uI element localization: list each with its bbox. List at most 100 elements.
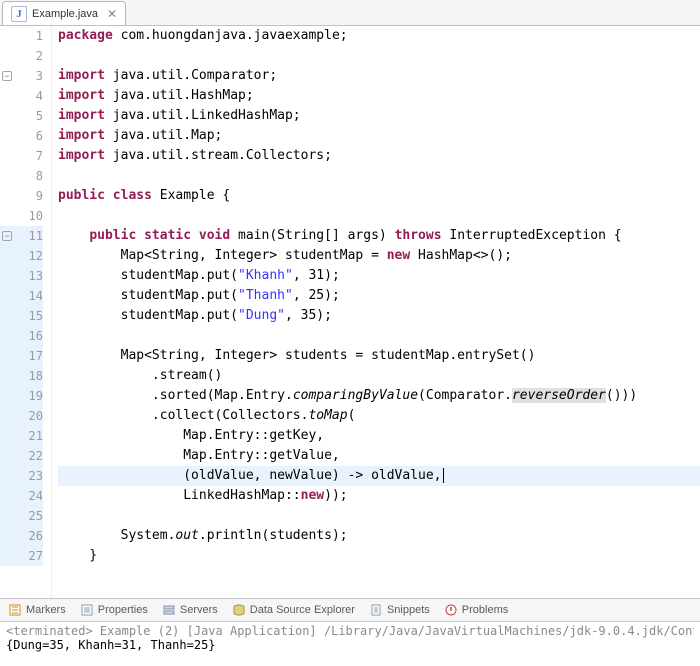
line-number: 13 <box>14 266 43 286</box>
marker-cell <box>0 186 14 206</box>
line-number: 17 <box>14 346 43 366</box>
marker-column: −− <box>0 26 14 598</box>
marker-cell <box>0 146 14 166</box>
line-number: 1 <box>14 26 43 46</box>
line-number: 19 <box>14 386 43 406</box>
marker-cell <box>0 386 14 406</box>
code-line[interactable] <box>58 166 700 186</box>
marker-cell <box>0 306 14 326</box>
line-number: 6 <box>14 126 43 146</box>
editor-tab-bar: J Example.java ✕ <box>0 0 700 26</box>
code-line[interactable] <box>58 46 700 66</box>
java-file-icon: J <box>11 6 27 22</box>
marker-cell <box>0 26 14 46</box>
line-number: 24 <box>14 486 43 506</box>
marker-cell <box>0 406 14 426</box>
line-number: 21 <box>14 426 43 446</box>
code-editor[interactable]: −− 1234567891011121314151617181920212223… <box>0 26 700 598</box>
code-line[interactable]: .stream() <box>58 366 700 386</box>
marker-cell: − <box>0 226 14 246</box>
line-number: 12 <box>14 246 43 266</box>
code-line[interactable]: import java.util.HashMap; <box>58 86 700 106</box>
marker-cell <box>0 546 14 566</box>
line-number: 11 <box>14 226 43 246</box>
code-line[interactable]: studentMap.put("Khanh", 31); <box>58 266 700 286</box>
marker-cell <box>0 466 14 486</box>
code-line[interactable] <box>58 326 700 346</box>
line-number: 8 <box>14 166 43 186</box>
console-view[interactable]: <terminated> Example (2) [Java Applicati… <box>0 622 700 666</box>
code-line[interactable]: studentMap.put("Dung", 35); <box>58 306 700 326</box>
marker-cell <box>0 106 14 126</box>
marker-cell <box>0 326 14 346</box>
marker-cell <box>0 486 14 506</box>
fold-toggle-icon[interactable]: − <box>2 231 12 241</box>
bottom-tab-snippets[interactable]: Snippets <box>367 603 432 617</box>
problems-icon <box>444 603 458 617</box>
bottom-view-tabs: Markers Properties Servers Data Source Expl… <box>0 598 700 622</box>
code-line[interactable]: import java.util.Map; <box>58 126 700 146</box>
servers-icon <box>162 603 176 617</box>
marker-cell <box>0 46 14 66</box>
data-icon <box>232 603 246 617</box>
code-line[interactable]: public class Example { <box>58 186 700 206</box>
line-number: 3 <box>14 66 43 86</box>
code-line[interactable] <box>58 506 700 526</box>
code-line[interactable]: import java.util.Comparator; <box>58 66 700 86</box>
marker-cell <box>0 346 14 366</box>
marker-cell <box>0 206 14 226</box>
marker-cell <box>0 86 14 106</box>
marker-cell <box>0 166 14 186</box>
code-line[interactable]: LinkedHashMap::new)); <box>58 486 700 506</box>
code-line[interactable]: import java.util.stream.Collectors; <box>58 146 700 166</box>
code-line[interactable]: public static void main(String[] args) t… <box>58 226 700 246</box>
code-line[interactable]: .sorted(Map.Entry.comparingByValue(Compa… <box>58 386 700 406</box>
line-number: 26 <box>14 526 43 546</box>
code-line[interactable]: Map.Entry::getKey, <box>58 426 700 446</box>
line-number: 10 <box>14 206 43 226</box>
line-number: 22 <box>14 446 43 466</box>
code-area[interactable]: package com.huongdanjava.javaexample; imp… <box>52 26 700 598</box>
bottom-tab-properties[interactable]: Properties <box>78 603 150 617</box>
line-number: 15 <box>14 306 43 326</box>
bottom-tab-data[interactable]: Data Source Explorer <box>230 603 357 617</box>
marker-cell <box>0 126 14 146</box>
line-number-gutter: 1234567891011121314151617181920212223242… <box>14 26 52 598</box>
bottom-tab-label: Markers <box>26 604 66 616</box>
bottom-tab-servers[interactable]: Servers <box>160 603 220 617</box>
code-line[interactable]: (oldValue, newValue) -> oldValue, <box>58 466 700 486</box>
code-line[interactable]: Map.Entry::getValue, <box>58 446 700 466</box>
line-number: 23 <box>14 466 43 486</box>
snippets-icon <box>369 603 383 617</box>
close-icon[interactable]: ✕ <box>107 7 117 21</box>
bottom-tab-label: Data Source Explorer <box>250 604 355 616</box>
code-line[interactable]: .collect(Collectors.toMap( <box>58 406 700 426</box>
bottom-tab-label: Problems <box>462 604 508 616</box>
bottom-tab-label: Servers <box>180 604 218 616</box>
line-number: 27 <box>14 546 43 566</box>
bottom-tab-markers[interactable]: Markers <box>6 603 68 617</box>
console-output: {Dung=35, Khanh=31, Thanh=25} <box>6 638 694 652</box>
code-line[interactable] <box>58 206 700 226</box>
code-line[interactable]: studentMap.put("Thanh", 25); <box>58 286 700 306</box>
line-number: 2 <box>14 46 43 66</box>
marker-cell: − <box>0 66 14 86</box>
marker-cell <box>0 426 14 446</box>
code-line[interactable]: package com.huongdanjava.javaexample; <box>58 26 700 46</box>
bottom-tab-problems[interactable]: Problems <box>442 603 510 617</box>
fold-toggle-icon[interactable]: − <box>2 71 12 81</box>
code-line[interactable]: System.out.println(students); <box>58 526 700 546</box>
code-line[interactable]: } <box>58 546 700 566</box>
marker-cell <box>0 506 14 526</box>
line-number: 7 <box>14 146 43 166</box>
bottom-tab-label: Properties <box>98 604 148 616</box>
code-line[interactable]: import java.util.LinkedHashMap; <box>58 106 700 126</box>
text-caret <box>443 468 444 483</box>
line-number: 4 <box>14 86 43 106</box>
line-number: 5 <box>14 106 43 126</box>
editor-tab-example-java[interactable]: J Example.java ✕ <box>2 1 126 25</box>
line-number: 14 <box>14 286 43 306</box>
code-line[interactable]: Map<String, Integer> studentMap = new Ha… <box>58 246 700 266</box>
code-line[interactable]: Map<String, Integer> students = studentM… <box>58 346 700 366</box>
marker-cell <box>0 246 14 266</box>
